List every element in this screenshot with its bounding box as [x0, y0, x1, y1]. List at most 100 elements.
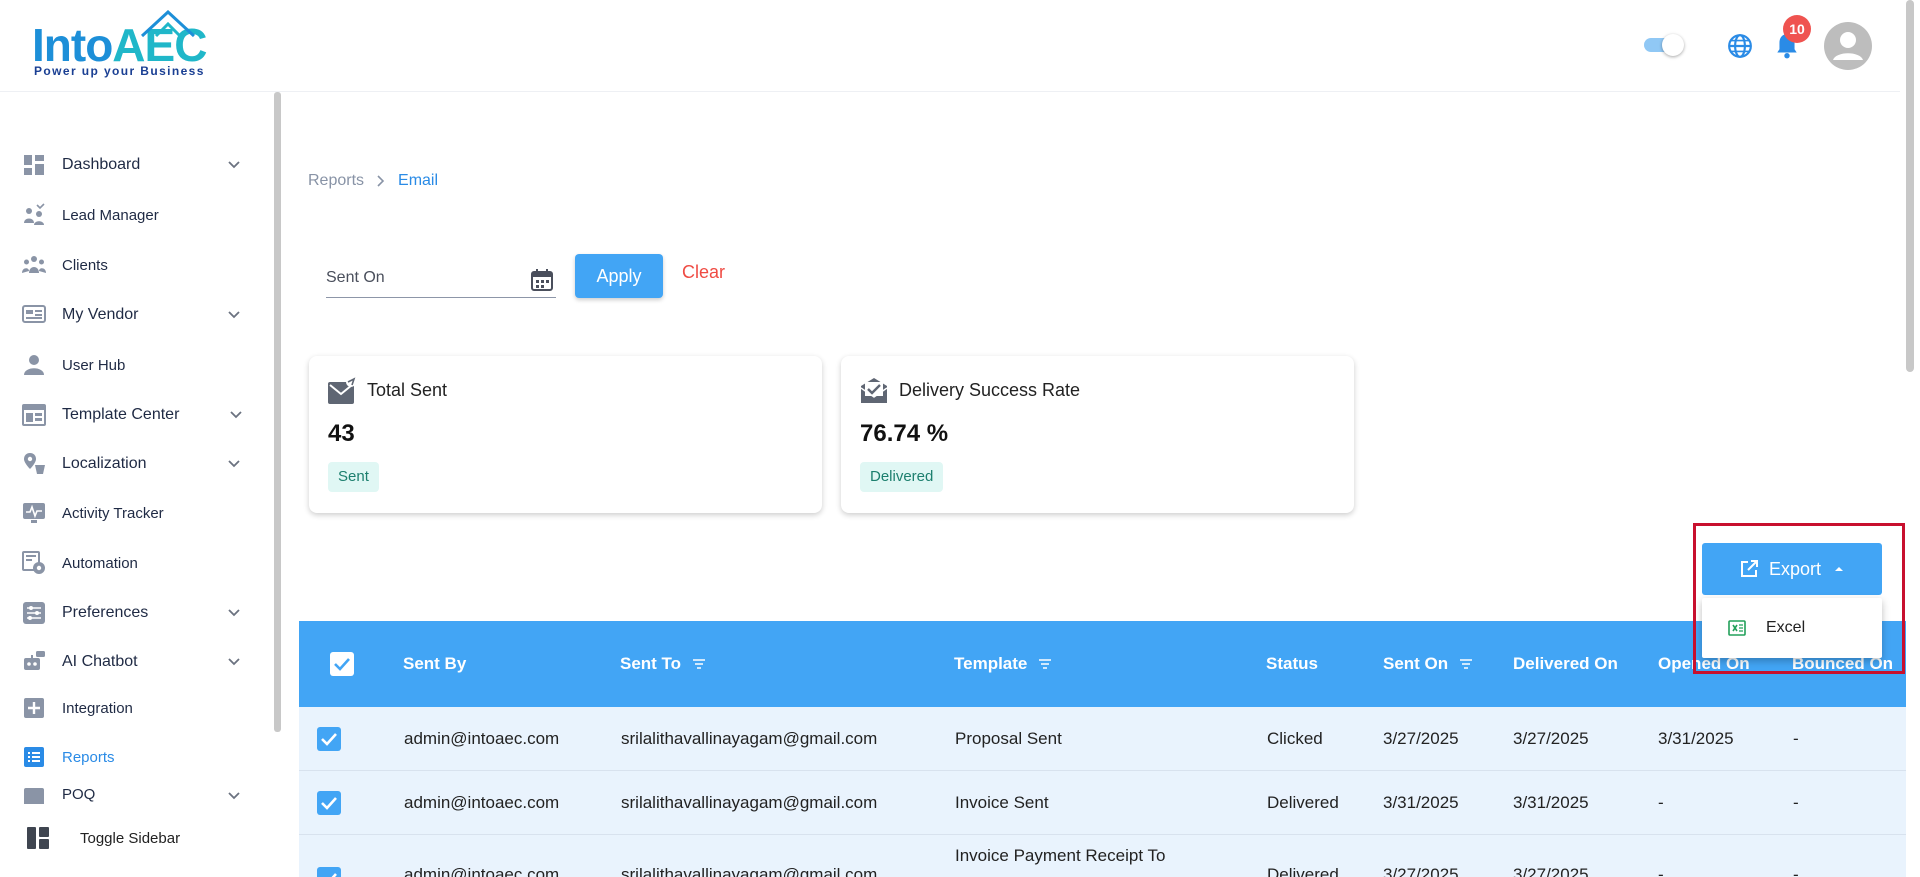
status-badge: Delivered [860, 462, 944, 492]
card-value: 43 [328, 420, 355, 447]
breadcrumb: Reports Email [308, 172, 438, 190]
column-header-template[interactable]: Template [954, 621, 1053, 707]
sidebar-item-automation[interactable]: Automation [22, 546, 242, 580]
theme-toggle[interactable] [1644, 34, 1686, 56]
template-icon [22, 404, 46, 426]
user-avatar-icon [1833, 32, 1863, 60]
sent-on-date-field[interactable] [326, 262, 556, 298]
sidebar-item-ai-chatbot[interactable]: AI Chatbot [22, 645, 242, 679]
sidebar-item-label: POQ [62, 786, 96, 803]
sidebar-item-localization[interactable]: Localization [22, 447, 242, 481]
clear-button[interactable]: Clear [682, 262, 725, 283]
sidebar-layout-icon [27, 827, 49, 849]
sidebar-item-label: Reports [62, 748, 115, 766]
chatbot-icon [24, 651, 45, 670]
reports-icon [24, 747, 44, 767]
top-header: IntoAEC Power up your Business 10 [0, 0, 1900, 92]
chevron-down-icon [228, 658, 240, 666]
localization-icon [24, 453, 45, 474]
sidebar-item-activity-tracker[interactable]: Activity Tracker [22, 496, 242, 530]
activity-icon [23, 503, 45, 523]
integration-icon [24, 698, 44, 718]
table-row[interactable]: admin@intoaec.com srilalithavallinayagam… [299, 707, 1906, 771]
globe-icon[interactable] [1727, 33, 1753, 59]
sidebar-item-integration[interactable]: Integration [22, 691, 242, 725]
sidebar-item-label: Localization [62, 455, 147, 472]
cell-sent-to: srilalithavallinayagam@gmail.com [621, 793, 878, 812]
check-icon [334, 658, 350, 671]
toggle-sidebar-button[interactable]: Toggle Sidebar [26, 826, 180, 850]
chevron-down-icon [228, 161, 240, 169]
export-option-excel[interactable]: Excel [1702, 598, 1882, 658]
total-sent-card: Total Sent 43 Sent [309, 356, 822, 513]
column-header-status[interactable]: Status [1266, 621, 1318, 707]
sidebar-item-template-center[interactable]: Template Center [22, 398, 242, 432]
card-title: Delivery Success Rate [899, 380, 1081, 400]
cell-template: Proposal Sent [955, 729, 1062, 748]
check-icon [331, 873, 337, 877]
row-checkbox[interactable] [317, 867, 341, 877]
select-all-checkbox[interactable] [330, 652, 354, 676]
cell-sent-by: admin@intoaec.com [404, 793, 560, 812]
apply-button[interactable]: Apply [575, 254, 663, 298]
chevron-down-icon [228, 460, 240, 468]
breadcrumb-reports-link[interactable]: Reports [308, 172, 364, 190]
row-checkbox[interactable] [317, 791, 341, 815]
status-badge: Sent [328, 462, 379, 492]
cell-template: Invoice Sent [955, 793, 1049, 812]
sidebar-item-my-vendor[interactable]: My Vendor [22, 298, 242, 332]
cell-sent-on: 3/27/2025 [1383, 865, 1459, 877]
chevron-down-icon [228, 609, 240, 617]
table-header: Sent By Sent To Template Status Sent On … [299, 621, 1906, 707]
filter-icon[interactable] [1458, 656, 1474, 672]
sidebar-item-clients[interactable]: Clients [22, 248, 242, 282]
sidebar-item-reports[interactable]: Reports [22, 740, 242, 774]
cell-bounced-on: - [1793, 865, 1799, 877]
sidebar-item-label: Automation [62, 554, 138, 572]
page-scrollbar[interactable] [1906, 0, 1914, 372]
avatar[interactable] [1824, 22, 1872, 70]
filter-icon[interactable] [1037, 656, 1053, 672]
calendar-icon[interactable] [530, 268, 554, 292]
cell-bounced-on: - [1793, 793, 1799, 812]
sidebar-item-label: Integration [62, 699, 133, 717]
automation-icon [22, 551, 45, 574]
cell-status: Delivered [1267, 793, 1339, 812]
chevron-down-icon [228, 792, 240, 800]
cell-opened-on: - [1658, 793, 1664, 812]
lead-manager-icon [24, 203, 45, 225]
cell-sent-on: 3/27/2025 [1383, 729, 1459, 748]
filter-icon[interactable] [691, 656, 707, 672]
sidebar-item-label: Lead Manager [62, 206, 159, 224]
chevron-right-icon [377, 175, 385, 187]
cell-delivered-on: 3/27/2025 [1513, 865, 1589, 877]
sidebar-item-label: AI Chatbot [62, 653, 138, 670]
row-checkbox[interactable] [317, 727, 341, 751]
sidebar-item-lead-manager[interactable]: Lead Manager [22, 198, 242, 232]
column-header-sent-on[interactable]: Sent On [1383, 621, 1474, 707]
sidebar-scrollbar[interactable] [274, 92, 281, 732]
sidebar-item-label: Dashboard [62, 156, 141, 173]
column-header-sent-by[interactable]: Sent By [403, 621, 466, 707]
logo-mark-icon [140, 10, 196, 38]
table-row[interactable]: admin@intoaec.com srilalithavallinayagam… [299, 835, 1906, 877]
sidebar-item-user-hub[interactable]: User Hub [22, 348, 242, 382]
sidebar-item-preferences[interactable]: Preferences [22, 596, 242, 630]
sidebar-item-label: Template Center [62, 406, 180, 423]
chevron-down-icon [230, 411, 242, 419]
export-button[interactable]: Export [1702, 543, 1882, 595]
company-logo[interactable]: IntoAEC Power up your Business [32, 10, 232, 78]
dashboard-icon [24, 155, 44, 175]
check-icon [321, 797, 337, 810]
cell-sent-to: srilalithavallinayagam@gmail.com [621, 729, 878, 748]
sidebar-item-label: My Vendor [62, 306, 139, 323]
table-row[interactable]: admin@intoaec.com srilalithavallinayagam… [299, 771, 1906, 835]
sidebar-item-label: Activity Tracker [62, 504, 164, 522]
sidebar-item-poq[interactable]: POQ [22, 786, 242, 804]
column-header-sent-to[interactable]: Sent To [620, 621, 707, 707]
sidebar-item-dashboard[interactable]: Dashboard [22, 148, 242, 182]
sent-on-input[interactable] [326, 262, 516, 294]
column-header-delivered-on[interactable]: Delivered On [1513, 621, 1618, 707]
sidebar-item-label: User Hub [62, 356, 126, 374]
sidebar-item-label: Clients [62, 256, 108, 274]
